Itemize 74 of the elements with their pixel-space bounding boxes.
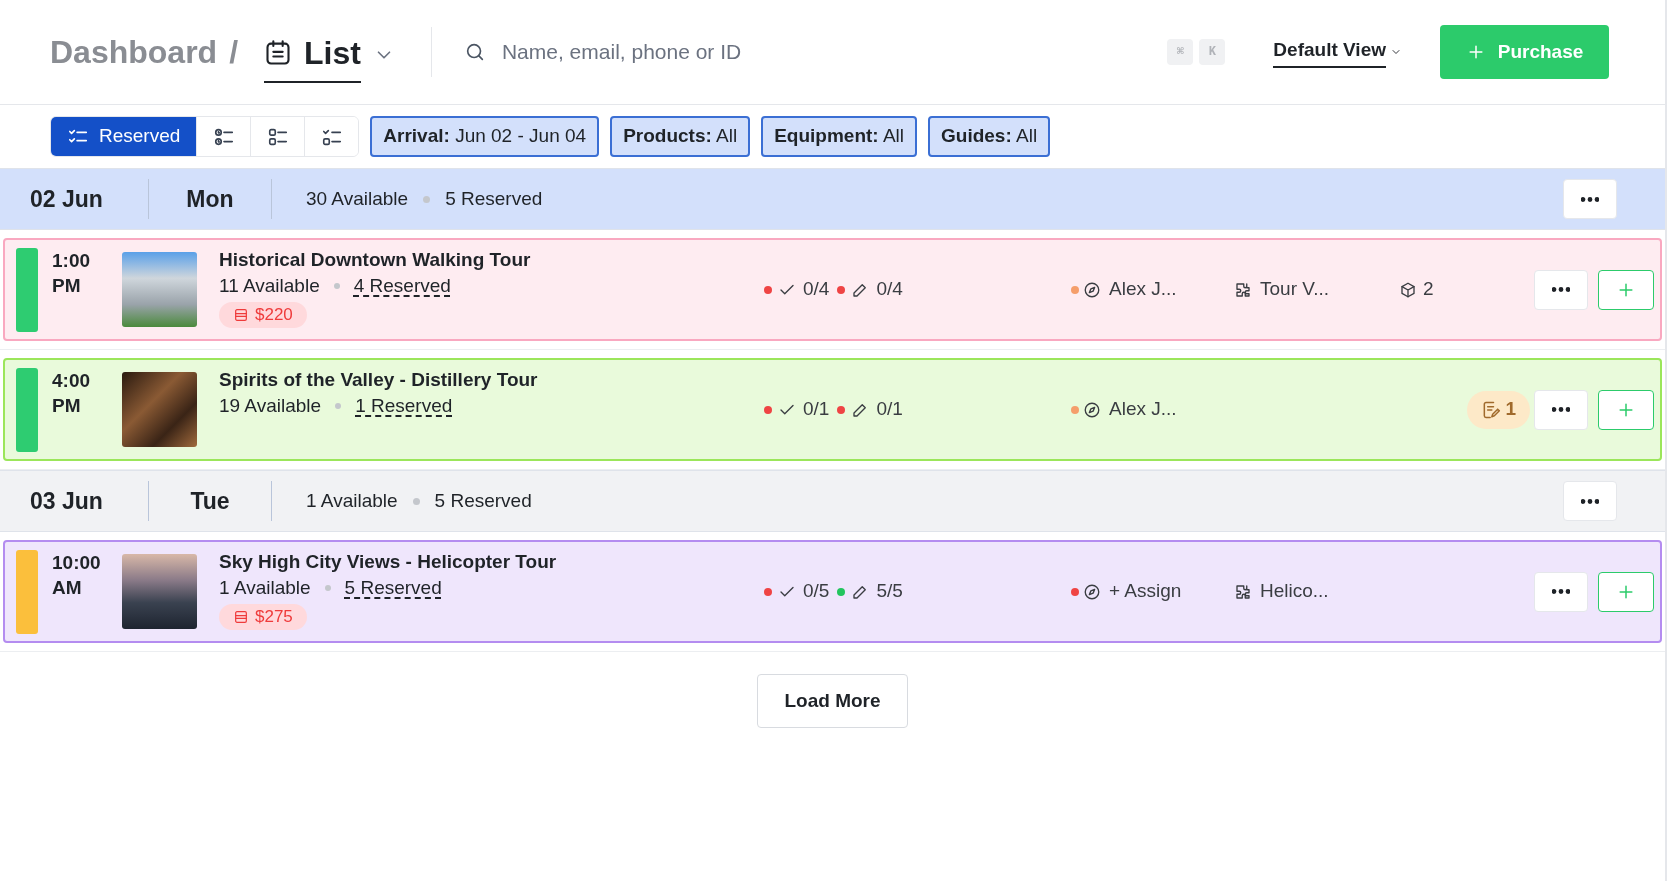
day-date: 03 Jun — [30, 486, 104, 516]
equipment-count: 2 — [1423, 277, 1434, 302]
search-field[interactable]: Name, email, phone or ID — [501, 36, 1168, 68]
checkin-count: 0/1 — [803, 397, 830, 422]
available-count: 11 Available — [219, 274, 320, 298]
calendar-icon — [264, 39, 293, 67]
more-icon — [1552, 287, 1570, 292]
tour-card[interactable]: 10:00 AM Sky High City Views - Helicopter Tour 1 Available 5 Reserved $275 0/5 5/5 + Assign Helico... — [3, 540, 1662, 643]
view-toggle[interactable]: Reserved — [51, 117, 197, 156]
guide-name[interactable]: Alex J... — [1109, 395, 1177, 424]
tour-card[interactable]: 4:00 PM Spirits of the Valley - Distillery Tour 19 Available 1 Reserved 0/1 0/1 Alex J... 1 — [3, 358, 1662, 461]
more-button[interactable] — [1534, 269, 1588, 310]
available-count: 19 Available — [219, 394, 322, 418]
filter-chip[interactable]: Arrival: Jun 02 - Jun 04 — [370, 116, 600, 157]
guide-name[interactable]: + Assign — [1109, 577, 1182, 606]
available-count: 30 Available — [306, 186, 409, 211]
available-count: 1 Available — [306, 488, 398, 513]
tour-title[interactable]: Sky High City Views - Helicopter Tour — [219, 549, 764, 575]
compass-icon — [1083, 582, 1101, 601]
price-badge: $275 — [219, 604, 307, 630]
day-weekday: Mon — [185, 184, 235, 214]
shortcut-key: K — [1199, 39, 1226, 65]
waiver-count: 5/5 — [876, 579, 903, 604]
filter-chip[interactable]: Products: All — [610, 116, 751, 157]
checkin-count: 0/4 — [803, 277, 830, 302]
tour-period: AM — [52, 576, 83, 600]
view-toggle[interactable] — [304, 117, 359, 156]
tour-time: 4:00 — [52, 369, 92, 393]
reserved-link[interactable]: 1 Reserved — [355, 393, 453, 419]
compass-icon — [1083, 280, 1101, 299]
tour-period: PM — [52, 274, 82, 298]
waiver-count: 0/4 — [876, 277, 903, 302]
notes-badge[interactable]: 1 — [1467, 390, 1530, 429]
reserved-link[interactable]: 5 Reserved — [344, 575, 442, 601]
reserved-count: 5 Reserved — [445, 186, 544, 211]
compass-icon — [1083, 400, 1101, 419]
waiver-count: 0/1 — [876, 397, 903, 422]
puzzle-icon — [1234, 582, 1252, 601]
more-icon — [1581, 498, 1599, 504]
shortcut-key: ⌘ — [1167, 39, 1194, 65]
more-icon — [1552, 589, 1570, 594]
checkin-count: 0/5 — [803, 579, 830, 604]
filter-chip[interactable]: Guides: All — [928, 116, 1051, 157]
puzzle-icon — [1234, 280, 1252, 299]
reserved-count: 5 Reserved — [434, 488, 533, 513]
breadcrumb-separator: / — [229, 33, 239, 72]
vehicle-name: Tour V... — [1260, 277, 1329, 302]
tour-time: 10:00 — [52, 551, 102, 575]
more-icon — [1581, 196, 1599, 202]
view-type-dropdown[interactable]: List — [264, 29, 361, 83]
tour-time: 1:00 — [52, 249, 92, 273]
load-more-button[interactable]: Load More — [757, 674, 908, 728]
cube-icon — [1399, 280, 1417, 299]
reserved-link[interactable]: 4 Reserved — [353, 273, 451, 299]
day-weekday: Tue — [189, 486, 231, 516]
day-date: 02 Jun — [30, 184, 104, 214]
available-count: 1 Available — [219, 576, 311, 600]
ticket-icon — [233, 609, 249, 625]
ticket-icon — [233, 307, 249, 323]
price-badge: $220 — [219, 302, 307, 328]
more-icon — [1552, 407, 1570, 412]
more-button[interactable] — [1563, 481, 1617, 521]
more-button[interactable] — [1534, 571, 1588, 612]
more-button[interactable] — [1563, 179, 1617, 219]
vehicle-name: Helico... — [1260, 579, 1329, 604]
view-selector[interactable]: Default View — [1273, 35, 1402, 69]
more-button[interactable] — [1534, 389, 1588, 430]
guide-name[interactable]: Alex J... — [1109, 275, 1177, 304]
tour-card[interactable]: 1:00 PM Historical Downtown Walking Tour 11 Available 4 Reserved $220 0/4 0/4 Alex J... Tour V... 2 — [3, 238, 1662, 341]
note-edit-icon — [1481, 399, 1502, 420]
tour-title[interactable]: Spirits of the Valley - Distillery Tour — [219, 367, 764, 393]
tour-period: PM — [52, 394, 82, 418]
filter-chip[interactable]: Equipment: All — [761, 116, 918, 157]
tour-title[interactable]: Historical Downtown Walking Tour — [219, 247, 764, 273]
